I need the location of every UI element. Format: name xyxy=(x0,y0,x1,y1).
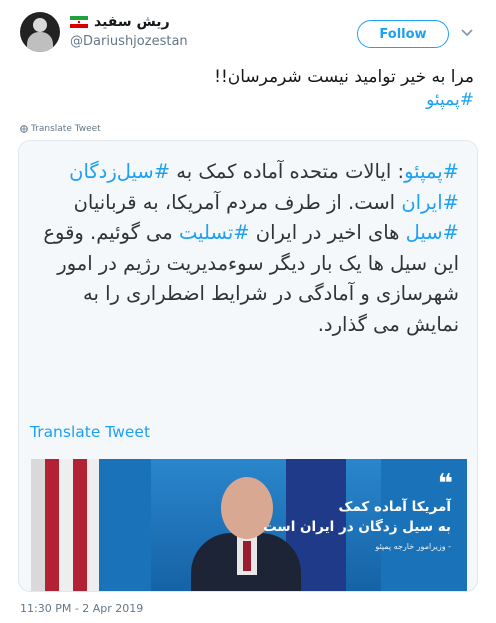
display-name[interactable]: ریش سفید xyxy=(94,14,170,30)
translate-tweet-label: Translate Tweet xyxy=(31,124,101,134)
follow-button[interactable]: Follow xyxy=(357,20,449,48)
quoted-hashtag[interactable]: #سیل‌زدگان xyxy=(69,160,170,183)
quoted-hashtag[interactable]: #پمپئو xyxy=(404,160,459,183)
image-caption-sub: - وزیرامور خارجه پمپئو xyxy=(375,542,451,551)
image-caption-line2: به سیل زدگان در ایران است xyxy=(263,519,451,535)
quoted-tweet-text: #پمپئو: ایالات متحده آماده کمک به #سیل‌ز… xyxy=(29,157,459,340)
image-caption: آمریکا آماده کمک به سیل زدگان در ایران ا… xyxy=(263,497,451,557)
quoted-translate-tweet-link[interactable]: Translate Tweet xyxy=(30,423,150,441)
quoted-hashtag[interactable]: #ایران xyxy=(401,191,459,214)
quoted-text-segment: : ایالات متحده آماده کمک به xyxy=(170,160,405,183)
display-name-line[interactable]: ریش سفید xyxy=(70,14,170,30)
quoted-hashtag[interactable]: #تسلیت xyxy=(179,221,250,244)
quoted-hashtag[interactable]: #سیل xyxy=(406,221,459,244)
tweet-header: ریش سفید @Dariushjozestan Follow xyxy=(0,0,496,62)
quote-mark: ❝ xyxy=(437,469,453,499)
quoted-tweet-card[interactable]: #پمپئو: ایالات متحده آماده کمک به #سیل‌ز… xyxy=(18,140,478,592)
quoted-tweet-image[interactable]: ❝ آمریکا آماده کمک به سیل زدگان در ایران… xyxy=(31,459,467,591)
quoted-text-segment: است. از طرف مردم آمریکا، به قربانیان xyxy=(73,190,402,214)
tweet-text-line: مرا به خیر توامید نیست شرمرسان!! xyxy=(214,67,474,87)
quoted-text-segment: های اخیر در ایران xyxy=(249,221,406,244)
user-handle[interactable]: @Dariushjozestan xyxy=(70,34,188,49)
chevron-down-icon[interactable] xyxy=(460,26,474,40)
tweet-text: مرا به خیر توامید نیست شرمرسان!! #پمپئو xyxy=(34,66,474,112)
avatar[interactable] xyxy=(20,12,60,52)
translate-tweet-link[interactable]: Translate Tweet xyxy=(20,124,101,134)
tweet-timestamp[interactable]: 11:30 PM - 2 Apr 2019 xyxy=(20,602,143,615)
image-caption-line1: آمریکا آماده کمک xyxy=(338,499,451,515)
tweet-hashtag[interactable]: #پمپئو xyxy=(34,89,474,112)
iran-flag-icon xyxy=(70,16,88,28)
globe-icon xyxy=(20,125,28,133)
us-flag-image xyxy=(31,459,99,591)
